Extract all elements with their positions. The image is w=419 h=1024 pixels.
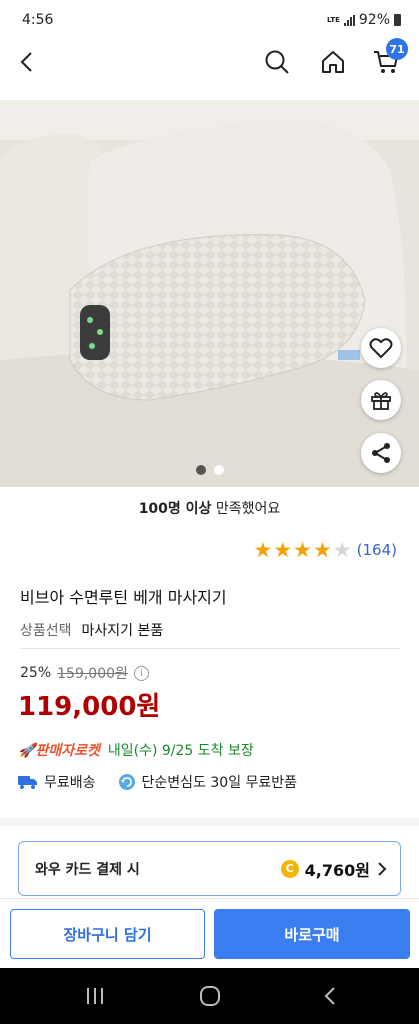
buy-now-button[interactable]: 바로구매: [214, 909, 410, 959]
rocket-icon: 🚀: [18, 743, 36, 759]
option-label: 상품선택: [20, 623, 72, 639]
back-icon: [20, 52, 32, 72]
truck-icon: [18, 776, 37, 789]
battery-level: 92%: [358, 12, 390, 28]
wishlist-button[interactable]: [361, 328, 401, 368]
system-home-button[interactable]: [190, 982, 230, 1010]
star-empty-icon: ★: [332, 538, 352, 562]
bottom-action-bar: 장바구니 담기 바로구매: [0, 898, 419, 968]
star-icon: ★: [273, 538, 293, 562]
chevron-right-icon: [378, 861, 387, 876]
section-divider: [0, 818, 419, 826]
card-benefit-label: 와우 카드 결제 시: [35, 861, 140, 878]
status-icons: LTE 92%: [327, 12, 401, 28]
product-photo: [0, 100, 419, 487]
original-price: 159,000원: [57, 666, 128, 682]
network-type: LTE: [327, 15, 340, 24]
cart-button[interactable]: 71: [366, 38, 408, 82]
product-page: 4:56 LTE 92% 71 100명 이상 만족했어요 ★ ★ ★ ★ ★ …: [0, 0, 419, 1024]
battery-icon: [394, 14, 401, 26]
search-icon: [265, 50, 289, 74]
gallery-dot-active: [195, 465, 206, 475]
free-return: 단순변심도 30일 무료반품: [141, 775, 298, 791]
free-shipping: 무료배송: [44, 775, 96, 791]
star-icon: ★: [253, 538, 273, 562]
status-bar: 4:56 LTE 92%: [0, 0, 419, 40]
satisfaction-count: 100명 이상: [138, 501, 212, 517]
top-header: 71: [0, 38, 419, 86]
system-back-icon: [324, 987, 335, 1005]
satisfaction-suffix: 만족했어요: [211, 501, 281, 517]
option-row[interactable]: 상품선택 마사지기 본품: [20, 620, 163, 640]
gallery-indicator: [0, 465, 419, 475]
home-button[interactable]: [313, 42, 353, 82]
rocket-delivery-row: 🚀판매자로켓 내일(수) 9/25 도착 보장: [18, 740, 254, 760]
rating[interactable]: ★ ★ ★ ★ ★ (164): [254, 539, 397, 561]
gift-button[interactable]: [361, 380, 401, 420]
review-count[interactable]: (164): [357, 541, 397, 559]
card-benefit-box[interactable]: 와우 카드 결제 시 C 4,760원: [18, 841, 401, 896]
recents-button[interactable]: [75, 982, 115, 1010]
discount-rate: 25%: [20, 665, 52, 681]
cart-count-badge: 71: [386, 38, 408, 60]
heart-icon: [369, 338, 393, 359]
home-icon: [322, 51, 344, 73]
discount-row: 25% 159,000원 i: [20, 663, 149, 683]
add-to-cart-button[interactable]: 장바구니 담기: [10, 909, 205, 959]
star-icon: ★: [293, 538, 312, 562]
star-icon: ★: [313, 538, 332, 562]
recents-icon: [87, 988, 103, 1004]
rocket-label: 판매자로켓: [35, 743, 100, 759]
divider: [20, 648, 400, 649]
option-value[interactable]: 마사지기 본품: [82, 620, 164, 640]
share-icon: [372, 443, 390, 463]
back-button[interactable]: [8, 42, 48, 82]
product-image[interactable]: [0, 100, 419, 487]
shipping-row: 무료배송 단순변심도 30일 무료반품: [18, 772, 297, 792]
system-back-button[interactable]: [310, 982, 350, 1010]
return-icon: [118, 774, 135, 790]
signal-icon: [343, 14, 355, 26]
satisfaction-text: 100명 이상 만족했어요: [0, 498, 419, 518]
arrival-guarantee: 내일(수) 9/25 도착 보장: [107, 743, 254, 759]
sale-price: 119,000원: [18, 692, 161, 722]
card-benefit-amount: 4,760원: [304, 860, 370, 880]
product-title: 비브아 수면루틴 베개 마사지기: [20, 588, 227, 607]
info-icon[interactable]: i: [133, 665, 149, 681]
card-benefit-amount-group: C 4,760원: [280, 857, 388, 881]
home-circle-icon: [200, 986, 220, 1006]
coin-icon: C: [280, 859, 299, 878]
gallery-dot: [213, 465, 224, 475]
status-time: 4:56: [22, 12, 54, 28]
search-button[interactable]: [257, 42, 297, 82]
rocket-badge: 🚀판매자로켓: [18, 740, 100, 760]
gift-icon: [371, 392, 391, 410]
system-nav-bar: [0, 968, 419, 1024]
